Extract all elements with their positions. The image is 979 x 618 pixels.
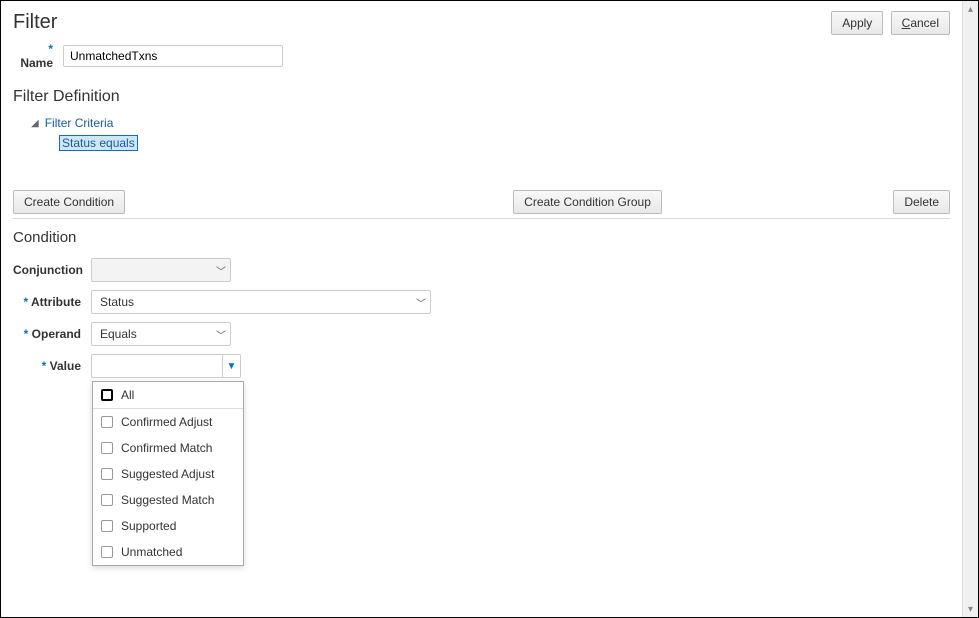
main-panel: Filter Apply Cancel Name Filter Definiti… — [1, 1, 962, 617]
header-buttons: Apply Cancel — [827, 11, 950, 35]
value-option-label: Unmatched — [121, 545, 182, 559]
chevron-down-icon: ﹀ — [212, 259, 230, 281]
filter-tree: ◢ Filter Criteria Status equals — [31, 116, 950, 150]
checkbox-icon — [101, 442, 113, 454]
create-condition-button[interactable]: Create Condition — [13, 190, 125, 214]
value-select[interactable]: ▼ All Confirmed Adjust Confirmed Match — [91, 354, 241, 378]
value-option[interactable]: Supported — [93, 513, 243, 539]
value-option-label: All — [121, 388, 134, 402]
name-row: Name — [13, 42, 950, 70]
value-option-label: Supported — [121, 519, 176, 533]
attribute-value: Status — [92, 291, 412, 313]
operand-row: Operand Equals ﹀ — [13, 322, 950, 346]
page-title: Filter — [13, 11, 57, 34]
cancel-rest: ancel — [910, 16, 939, 30]
condition-action-row: Create Condition Create Condition Group … — [13, 190, 950, 219]
header-row: Filter Apply Cancel — [13, 11, 950, 42]
checkbox-icon — [101, 416, 113, 428]
value-option-label: Suggested Match — [121, 493, 214, 507]
chevron-down-icon: ﹀ — [412, 291, 430, 313]
value-option-label: Suggested Adjust — [121, 467, 214, 481]
delete-button[interactable]: Delete — [893, 190, 950, 214]
attribute-label: Attribute — [13, 295, 91, 309]
collapse-icon[interactable]: ◢ — [31, 118, 39, 129]
value-row: Value ▼ All Confirmed Adjust — [13, 354, 950, 378]
conjunction-value — [92, 259, 212, 281]
create-condition-group-button[interactable]: Create Condition Group — [513, 190, 662, 214]
conjunction-row: Conjunction ﹀ — [13, 258, 950, 282]
scroll-up-icon[interactable]: ▴ — [963, 1, 978, 17]
chevron-down-icon: ﹀ — [212, 323, 230, 345]
operand-label: Operand — [13, 327, 91, 341]
value-option[interactable]: Unmatched — [93, 539, 243, 565]
value-option[interactable]: Confirmed Adjust — [93, 409, 243, 435]
cancel-accel: C — [902, 16, 911, 30]
scroll-down-icon[interactable]: ▾ — [963, 601, 978, 617]
app-frame: Filter Apply Cancel Name Filter Definiti… — [0, 0, 979, 618]
condition-heading: Condition — [13, 229, 950, 246]
checkbox-icon — [101, 494, 113, 506]
vertical-scrollbar[interactable]: ▴ ▾ — [962, 1, 978, 617]
checkbox-icon — [101, 468, 113, 480]
operand-value: Equals — [92, 323, 212, 345]
attribute-select[interactable]: Status ﹀ — [91, 290, 431, 314]
tree-root-link[interactable]: Filter Criteria — [45, 116, 114, 130]
dropdown-trigger-icon[interactable]: ▼ — [222, 355, 240, 377]
tree-root[interactable]: ◢ Filter Criteria — [31, 116, 950, 130]
attribute-row: Attribute Status ﹀ — [13, 290, 950, 314]
apply-button[interactable]: Apply — [831, 11, 883, 35]
value-option[interactable]: Suggested Match — [93, 487, 243, 513]
conjunction-select[interactable]: ﹀ — [91, 258, 231, 282]
value-dropdown: All Confirmed Adjust Confirmed Match Sug… — [92, 381, 244, 566]
value-option[interactable]: All — [93, 382, 243, 408]
name-label: Name — [13, 42, 63, 70]
checkbox-icon — [101, 546, 113, 558]
value-option[interactable]: Confirmed Match — [93, 435, 243, 461]
value-option-label: Confirmed Match — [121, 441, 212, 455]
conjunction-label: Conjunction — [13, 263, 91, 277]
checkbox-icon — [101, 389, 113, 401]
name-input[interactable] — [63, 45, 283, 67]
tree-child-link[interactable]: Status equals — [59, 135, 138, 151]
tree-child: Status equals — [59, 136, 950, 150]
value-value — [92, 355, 222, 377]
value-label: Value — [13, 359, 91, 373]
value-option[interactable]: Suggested Adjust — [93, 461, 243, 487]
checkbox-icon — [101, 520, 113, 532]
cancel-button[interactable]: Cancel — [891, 11, 950, 35]
operand-select[interactable]: Equals ﹀ — [91, 322, 231, 346]
filter-definition-heading: Filter Definition — [13, 88, 950, 106]
value-option-label: Confirmed Adjust — [121, 415, 212, 429]
